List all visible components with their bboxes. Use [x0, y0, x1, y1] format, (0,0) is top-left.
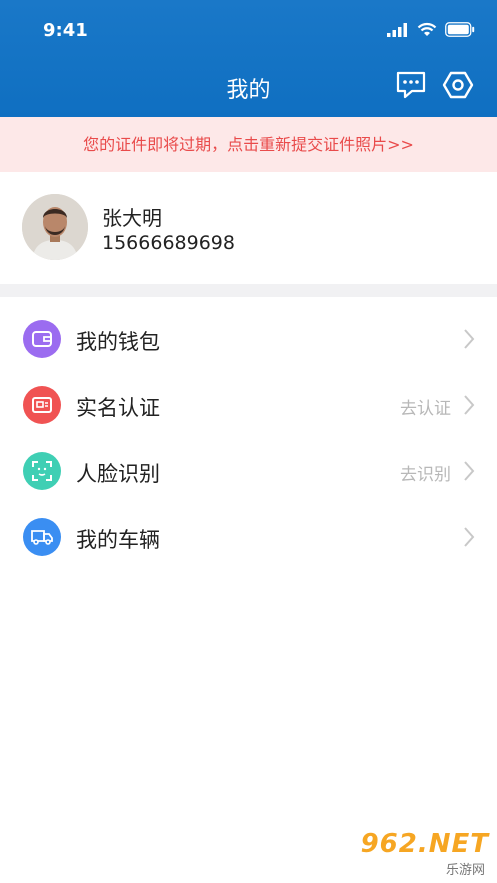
wifi-icon: [417, 22, 437, 36]
menu-hint: 去认证: [400, 399, 451, 419]
battery-icon: [445, 22, 475, 37]
watermark-main: 962.NET: [360, 829, 489, 859]
app-header: 9:41 我的: [0, 0, 497, 117]
menu-label: 实名认证: [76, 396, 160, 420]
avatar[interactable]: [22, 194, 88, 260]
watermark-sub: 乐游网: [445, 863, 485, 878]
menu-item-wallet[interactable]: 我的钱包: [0, 306, 497, 372]
status-icons: [387, 22, 475, 37]
face-scan-icon: [23, 452, 61, 490]
menu-item-my-vehicles[interactable]: 我的车辆: [0, 504, 497, 570]
menu-list: 我的钱包 实名认证 去认证 人脸识别 去识别 我的车辆: [0, 306, 497, 570]
signal-icon: [387, 22, 407, 37]
section-divider: [0, 284, 497, 297]
menu-label: 我的钱包: [76, 330, 160, 354]
chevron-right-icon: [464, 461, 475, 481]
message-button[interactable]: [394, 68, 428, 102]
user-phone: 15666689698: [102, 232, 235, 254]
wallet-icon: [23, 320, 61, 358]
user-photo: [22, 194, 88, 260]
user-name: 张大明: [102, 206, 162, 230]
menu-hint: 去识别: [400, 465, 451, 485]
chat-bubble-icon: [396, 71, 426, 99]
chevron-right-icon: [464, 395, 475, 415]
watermark: 962.NET 乐游网: [349, 829, 489, 878]
id-card-icon: [23, 386, 61, 424]
menu-label: 人脸识别: [76, 462, 160, 486]
chevron-right-icon: [464, 329, 475, 349]
gear-icon: [442, 71, 474, 99]
menu-item-real-name-verification[interactable]: 实名认证 去认证: [0, 372, 497, 438]
status-bar: 9:41: [0, 0, 497, 60]
truck-icon: [23, 518, 61, 556]
menu-item-face-recognition[interactable]: 人脸识别 去识别: [0, 438, 497, 504]
menu-label: 我的车辆: [76, 528, 160, 552]
status-time: 9:41: [43, 20, 88, 41]
certificate-expiry-notice[interactable]: 您的证件即将过期，点击重新提交证件照片>>: [0, 117, 497, 172]
chevron-right-icon: [464, 527, 475, 547]
profile-card[interactable]: 张大明 15666689698: [0, 172, 497, 284]
settings-button[interactable]: [441, 68, 475, 102]
